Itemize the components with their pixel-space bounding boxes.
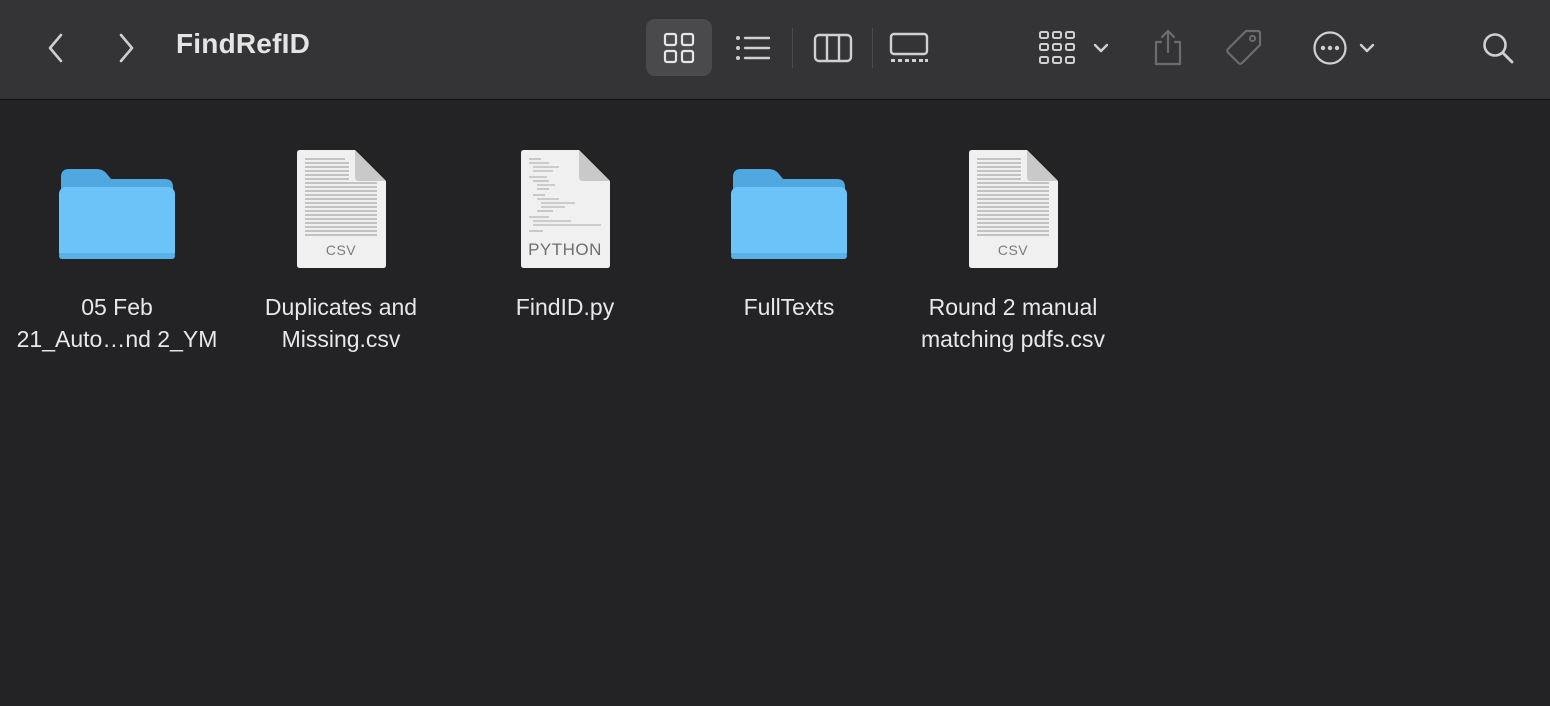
separator	[872, 28, 873, 68]
group-by-icon	[1039, 31, 1075, 64]
file-item[interactable]: CSV Round 2 manual matching pdfs.csv	[901, 119, 1125, 355]
columns-icon	[813, 33, 853, 62]
folder-icon	[731, 169, 847, 259]
group-by-button[interactable]	[1034, 22, 1114, 74]
gallery-icon	[889, 32, 929, 62]
csv-document-icon: CSV	[967, 149, 1059, 269]
file-item[interactable]: PYTHON FindID.py	[453, 119, 677, 323]
file-type-badge: CSV	[325, 242, 357, 258]
file-type-badge: CSV	[997, 242, 1029, 258]
python-document-icon: PYTHON	[519, 149, 611, 269]
file-type-badge: PYTHON	[528, 240, 602, 259]
folder-icon-wrap	[57, 119, 177, 269]
window-title: FindRefID	[176, 28, 311, 59]
file-label: 05 Feb 21_Auto…nd 2_YM	[16, 294, 218, 352]
grid-icon	[663, 32, 695, 63]
toolbar: FindRefID	[0, 0, 1550, 100]
file-item[interactable]: 05 Feb 21_Auto…nd 2_YM	[5, 119, 229, 355]
file-label: Round 2 manual matching pdfs.csv	[920, 294, 1106, 352]
share-icon	[1154, 29, 1182, 66]
document-icon-wrap: PYTHON	[519, 119, 611, 269]
chevron-down-icon	[1093, 43, 1109, 53]
folder-icon-wrap	[729, 119, 849, 269]
folder-icon	[59, 169, 175, 259]
chevron-left-icon	[48, 33, 63, 63]
tag-button[interactable]	[1222, 22, 1266, 72]
document-icon-wrap: CSV	[967, 119, 1059, 269]
file-label: FindID.py	[515, 294, 615, 320]
chevron-right-icon	[119, 33, 134, 63]
back-button[interactable]	[36, 26, 76, 70]
file-label: FullTexts	[743, 294, 835, 320]
search-button[interactable]	[1476, 24, 1520, 72]
chevron-down-icon	[1359, 43, 1375, 53]
tag-icon	[1226, 29, 1262, 65]
list-view-button[interactable]	[722, 19, 784, 76]
file-grid: 05 Feb 21_Auto…nd 2_YM CSV Duplicates an…	[0, 101, 1550, 706]
forward-button[interactable]	[106, 26, 146, 70]
file-label: Duplicates and Missing.csv	[264, 294, 418, 352]
separator	[792, 28, 793, 68]
document-icon-wrap: CSV	[295, 119, 387, 269]
csv-document-icon: CSV	[295, 149, 387, 269]
more-actions-button[interactable]	[1306, 22, 1382, 74]
file-item[interactable]: CSV Duplicates and Missing.csv	[229, 119, 453, 355]
share-button[interactable]	[1146, 20, 1190, 74]
file-item[interactable]: FullTexts	[677, 119, 901, 323]
search-icon	[1483, 33, 1514, 64]
list-icon	[736, 35, 771, 60]
more-actions-icon	[1313, 31, 1347, 65]
gallery-view-button[interactable]	[878, 19, 940, 76]
icon-view-button[interactable]	[646, 19, 712, 76]
column-view-button[interactable]	[802, 19, 864, 76]
